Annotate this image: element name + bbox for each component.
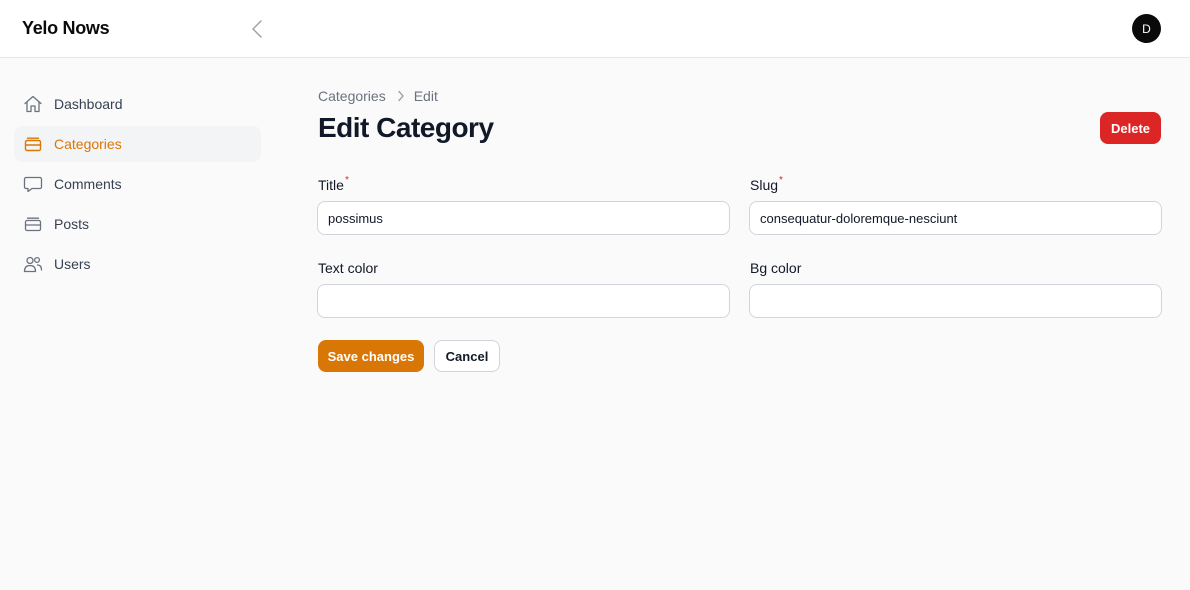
sidebar: Dashboard Categories Comments Posts User…: [0, 59, 280, 590]
page-title: Edit Category: [318, 112, 494, 143]
user-avatar[interactable]: D: [1132, 14, 1161, 43]
chevron-left-icon: [252, 20, 262, 38]
inbox-stack-icon: [23, 134, 43, 154]
text-color-label: Text color: [318, 260, 378, 276]
slug-label-text: Slug: [750, 177, 779, 193]
title-input[interactable]: [317, 201, 730, 235]
sidebar-item-categories[interactable]: Categories: [14, 126, 261, 162]
sidebar-item-label: Dashboard: [54, 96, 123, 112]
sidebar-item-dashboard[interactable]: Dashboard: [14, 86, 261, 122]
app-title[interactable]: Yelo Nows: [22, 18, 110, 39]
breadcrumb-current: Edit: [413, 88, 438, 104]
cancel-button[interactable]: Cancel: [434, 340, 500, 372]
top-bar: Yelo Nows D: [0, 0, 1190, 58]
required-indicator: *: [344, 175, 349, 186]
sidebar-item-label: Posts: [54, 216, 90, 232]
sidebar-item-users[interactable]: Users: [14, 246, 261, 282]
bg-color-input[interactable]: [749, 284, 1162, 318]
bg-color-label: Bg color: [750, 260, 802, 276]
slug-input[interactable]: [749, 201, 1162, 235]
text-color-input[interactable]: [317, 284, 730, 318]
save-changes-button[interactable]: Save changes: [318, 340, 424, 372]
delete-button[interactable]: Delete: [1100, 112, 1161, 144]
sidebar-item-label: Comments: [54, 176, 122, 192]
sidebar-item-comments[interactable]: Comments: [14, 166, 261, 202]
breadcrumb-categories-link[interactable]: Categories: [318, 88, 386, 104]
title-label-text: Title: [318, 177, 344, 193]
home-icon: [23, 94, 43, 114]
sidebar-item-label: Users: [54, 256, 91, 272]
chat-bubble-icon: [23, 174, 43, 194]
chevron-right-icon: [397, 90, 405, 102]
required-indicator: *: [779, 175, 783, 186]
breadcrumb: Categories Edit: [318, 88, 438, 104]
title-field-label: Title*: [318, 175, 349, 193]
slug-field-label: Slug*: [750, 175, 783, 193]
collapse-sidebar-button[interactable]: [246, 17, 268, 41]
inbox-stack-icon: [23, 214, 43, 234]
users-icon: [23, 254, 43, 274]
sidebar-item-posts[interactable]: Posts: [14, 206, 261, 242]
sidebar-item-label: Categories: [54, 136, 122, 152]
